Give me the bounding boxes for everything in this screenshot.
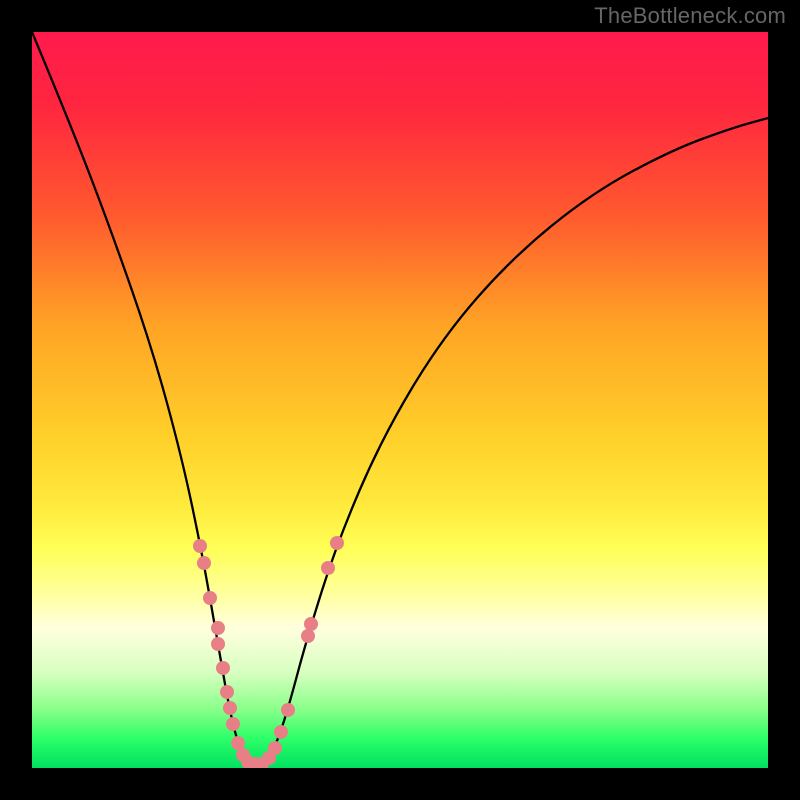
data-markers-group <box>193 536 344 768</box>
chart-container: TheBottleneck.com <box>0 0 800 800</box>
data-marker <box>304 617 318 631</box>
data-marker <box>203 591 217 605</box>
bottleneck-curve-path <box>32 32 768 764</box>
data-marker <box>301 629 315 643</box>
data-marker <box>321 561 335 575</box>
data-marker <box>193 539 207 553</box>
data-marker <box>197 556 211 570</box>
curve-svg <box>32 32 768 768</box>
data-marker <box>223 701 237 715</box>
data-marker <box>231 736 245 750</box>
data-marker <box>216 661 230 675</box>
data-marker <box>211 621 225 635</box>
data-marker <box>330 536 344 550</box>
data-marker <box>220 685 234 699</box>
data-marker <box>274 725 288 739</box>
data-marker <box>268 741 282 755</box>
data-marker <box>211 637 225 651</box>
data-marker <box>281 703 295 717</box>
data-marker <box>226 717 240 731</box>
plot-area <box>32 32 768 768</box>
watermark-text: TheBottleneck.com <box>594 3 786 29</box>
